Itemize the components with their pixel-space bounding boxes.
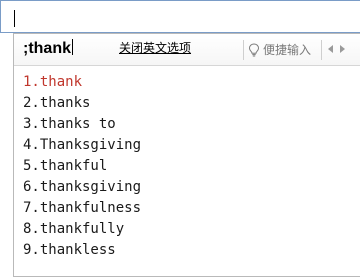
toolbar-divider [321,40,322,60]
quick-input-label: 便捷输入 [263,43,312,57]
candidate-item[interactable]: 2.thanks [14,93,360,114]
triangle-right-icon[interactable] [340,45,345,53]
toolbar-divider [243,40,244,60]
candidate-list: 1.thank 2.thanks 3.thanks to 4.Thanksgiv… [14,72,360,261]
candidate-item[interactable]: 8.thankfully [14,219,360,240]
candidate-item[interactable]: 7.thankfulness [14,198,360,219]
composition-bar: ;thank 关闭英文选项 便捷输入 [14,34,360,66]
composition-cursor [72,39,73,55]
candidate-item[interactable]: 3.thanks to [14,114,360,135]
quick-input-button[interactable]: 便捷输入 [248,40,311,60]
candidate-item[interactable]: 1.thank [14,72,360,93]
composition-string: ;thank [23,40,71,57]
lightbulb-icon [248,43,260,57]
candidate-item[interactable]: 4.Thanksgiving [14,135,360,156]
text-cursor [14,10,15,27]
text-input-field[interactable] [0,0,360,33]
candidate-item[interactable]: 9.thankless [14,240,360,261]
composition-text: ;thank [23,39,73,59]
triangle-left-icon[interactable] [328,45,333,53]
candidate-item[interactable]: 5.thankful [14,156,360,177]
candidate-item[interactable]: 6.thanksgiving [14,177,360,198]
ime-candidate-window: ;thank 关闭英文选项 便捷输入 1.thank 2.thanks 3.th… [13,33,360,277]
close-english-option-link[interactable]: 关闭英文选项 [119,40,191,56]
